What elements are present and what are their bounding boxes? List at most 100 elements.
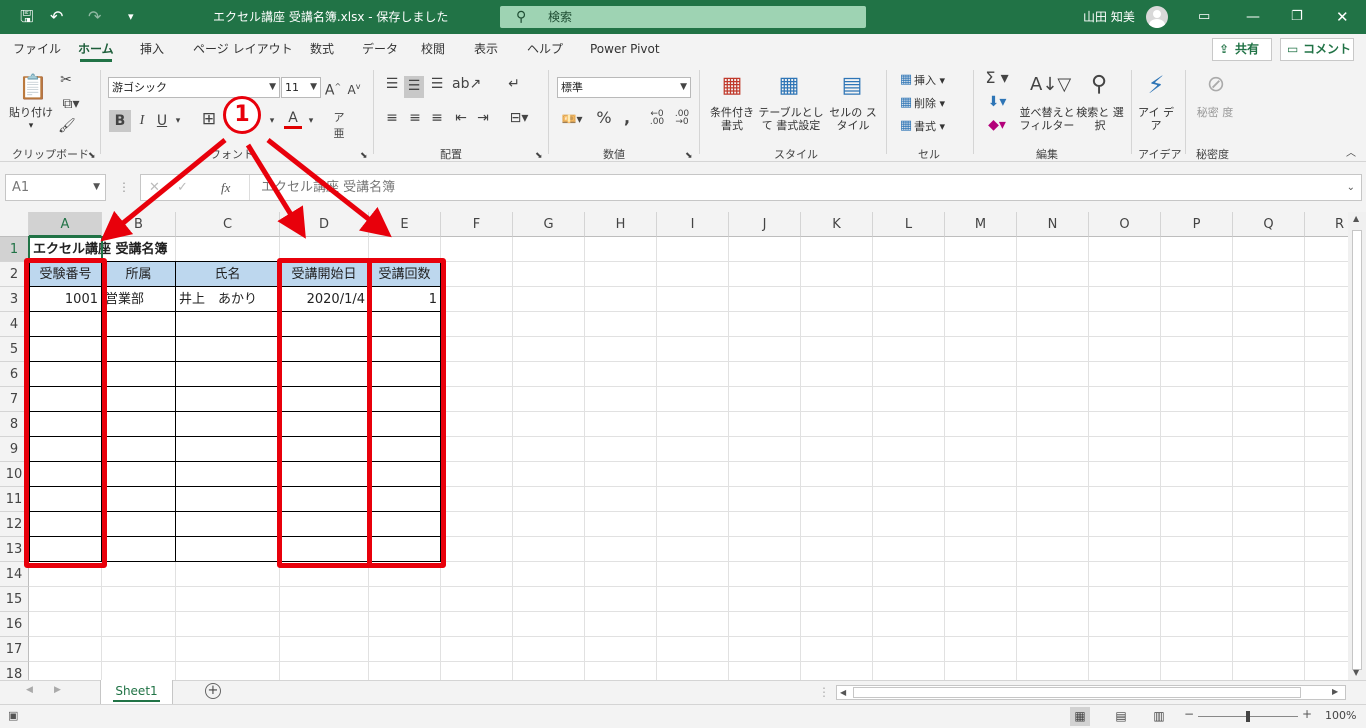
insert-cells-button[interactable]: 挿入 ▾ (914, 74, 960, 87)
col-header-i[interactable]: I (657, 212, 729, 237)
next-sheet-icon[interactable]: ▶ (54, 685, 61, 695)
worksheet[interactable]: A B C D E F G H I J K L M N O P Q R 1 2 … (0, 212, 1348, 680)
decrease-indent-icon[interactable]: ⇤ (452, 110, 470, 126)
orientation-icon[interactable]: ab↗ (452, 76, 481, 92)
accounting-format-icon[interactable]: 💴▾ (557, 111, 587, 127)
font-color-icon[interactable]: A (284, 110, 302, 129)
format-as-table-icon[interactable]: ▦ (775, 72, 803, 100)
scroll-down-icon[interactable]: ▼ (1353, 668, 1359, 677)
ribbon-display-icon[interactable]: ▭ (1198, 0, 1210, 34)
col-header-a[interactable]: A (29, 212, 102, 237)
ideas-button[interactable]: アイ デア (1136, 106, 1176, 132)
prev-sheet-icon[interactable]: ◀ (26, 685, 33, 695)
scroll-left-icon[interactable]: ◀ (840, 686, 846, 699)
horizontal-scroll-thumb[interactable] (853, 687, 1301, 698)
paste-icon[interactable]: 📋 (18, 72, 48, 102)
col-header-h[interactable]: H (585, 212, 657, 237)
col-header-k[interactable]: K (801, 212, 873, 237)
comma-style-icon[interactable]: , (620, 110, 634, 126)
col-header-p[interactable]: P (1161, 212, 1233, 237)
insert-cells-icon[interactable]: ▦ (898, 72, 914, 88)
delete-cells-button[interactable]: 削除 ▾ (914, 97, 960, 110)
vertical-scrollbar[interactable]: ▲ ▼ (1348, 212, 1366, 680)
bold-icon[interactable]: B (109, 110, 131, 132)
redo-icon[interactable]: ↷ (88, 0, 101, 34)
quick-access-menu-icon[interactable]: ▾ (128, 0, 134, 34)
page-break-view-icon[interactable]: ▥ (1150, 707, 1168, 726)
save-icon[interactable]: 🖫 (20, 0, 34, 34)
percent-icon[interactable]: % (595, 110, 613, 126)
format-cells-button[interactable]: 書式 ▾ (914, 120, 960, 133)
normal-view-icon[interactable]: ▦ (1070, 707, 1090, 726)
header-cell-name[interactable]: 氏名 (176, 262, 279, 287)
fill-icon[interactable]: ⬇▾ (982, 94, 1012, 110)
format-painter-icon[interactable]: 🖌 (58, 118, 76, 134)
sort-filter-icon[interactable]: A↓▽ (1030, 70, 1071, 100)
collapse-ribbon-icon[interactable]: ︿ (1346, 146, 1356, 162)
col-header-e[interactable]: E (369, 212, 441, 237)
align-center-icon[interactable]: ≡ (406, 110, 424, 126)
vertical-scroll-thumb[interactable] (1352, 230, 1362, 670)
conditional-format-icon[interactable]: ▦ (718, 72, 746, 100)
wrap-text-icon[interactable]: ↵ (504, 76, 524, 92)
sensitivity-icon[interactable]: ⊘ (1202, 70, 1230, 100)
phonetic-icon[interactable]: ア亜 (330, 110, 348, 142)
macro-record-icon[interactable]: ▣ (8, 709, 18, 722)
cell-c3[interactable]: 井上 あかり (176, 287, 279, 312)
minimize-icon[interactable]: — (1246, 0, 1260, 34)
conditional-format-button[interactable]: 条件付き 書式 (704, 106, 760, 132)
delete-cells-icon[interactable]: ▦ (898, 95, 914, 111)
row-header-17[interactable]: 17 (0, 637, 29, 662)
tab-home[interactable]: ホーム (78, 34, 114, 64)
col-header-c[interactable]: C (176, 212, 280, 237)
avatar[interactable] (1146, 6, 1168, 28)
paste-dropdown-icon[interactable]: ▾ (25, 120, 37, 133)
align-right-icon[interactable]: ≡ (428, 110, 446, 126)
zoom-level[interactable]: 100% (1325, 709, 1356, 722)
zoom-out-icon[interactable]: − (1184, 707, 1194, 721)
tab-help[interactable]: ヘルプ (527, 34, 563, 64)
row-header-15[interactable]: 15 (0, 587, 29, 612)
col-header-q[interactable]: Q (1233, 212, 1305, 237)
shrink-font-icon[interactable]: Av (345, 79, 363, 98)
zoom-in-icon[interactable]: + (1302, 707, 1312, 721)
col-header-l[interactable]: L (873, 212, 945, 237)
autosum-icon[interactable]: Σ ▾ (982, 70, 1012, 86)
comment-button[interactable]: ▭ コメント (1280, 38, 1354, 61)
horizontal-scrollbar[interactable]: ◀ (836, 685, 1346, 700)
copy-icon[interactable]: ⧉▾ (58, 96, 84, 112)
header-cell-department[interactable]: 所属 (102, 262, 175, 287)
align-bottom-icon[interactable]: ☰ (428, 76, 446, 92)
undo-icon[interactable]: ↶ (50, 0, 63, 34)
insert-function-icon[interactable]: fx (221, 175, 230, 200)
row-header-18[interactable]: 18 (0, 662, 29, 680)
name-box[interactable]: A1 ▼ (5, 174, 106, 201)
scroll-up-icon[interactable]: ▲ (1353, 214, 1359, 223)
font-color-dropdown-icon[interactable]: ▾ (305, 113, 317, 129)
clear-icon[interactable]: ◆▾ (982, 117, 1012, 133)
font-name-select[interactable]: 游ゴシック ▼ (108, 77, 280, 98)
chevron-down-icon[interactable]: ▼ (93, 175, 100, 200)
select-all-corner[interactable] (0, 212, 29, 237)
cancel-icon[interactable]: ✕ (149, 175, 160, 200)
paste-button[interactable]: 貼り付け (6, 106, 56, 119)
formula-input[interactable]: ✕ ✓ fx エクセル講座 受講名簿 ⌄ (140, 174, 1362, 201)
ideas-icon[interactable]: ⚡ (1142, 70, 1170, 100)
format-as-table-button[interactable]: テーブルとして 書式設定 (756, 106, 826, 132)
decrease-decimal-icon[interactable]: .00 →0 (671, 110, 693, 127)
search-box[interactable]: ⚲ 検索 (500, 6, 866, 28)
zoom-slider-handle[interactable] (1246, 711, 1250, 722)
row-header-16[interactable]: 16 (0, 612, 29, 637)
increase-indent-icon[interactable]: ⇥ (474, 110, 492, 126)
col-header-r[interactable]: R (1305, 212, 1348, 237)
tab-page-layout[interactable]: ページ レイアウト (193, 34, 293, 64)
sensitivity-button[interactable]: 秘密 度 (1194, 106, 1236, 119)
align-top-icon[interactable]: ☰ (383, 76, 401, 92)
format-cells-icon[interactable]: ▦ (898, 118, 914, 134)
col-header-o[interactable]: O (1089, 212, 1161, 237)
align-middle-icon[interactable]: ☰ (404, 76, 424, 98)
merge-center-icon[interactable]: ⊟▾ (504, 110, 534, 126)
cell-styles-icon[interactable]: ▤ (838, 72, 866, 100)
borders-icon[interactable]: ⊞ (200, 111, 218, 128)
align-left-icon[interactable]: ≡ (383, 110, 401, 126)
